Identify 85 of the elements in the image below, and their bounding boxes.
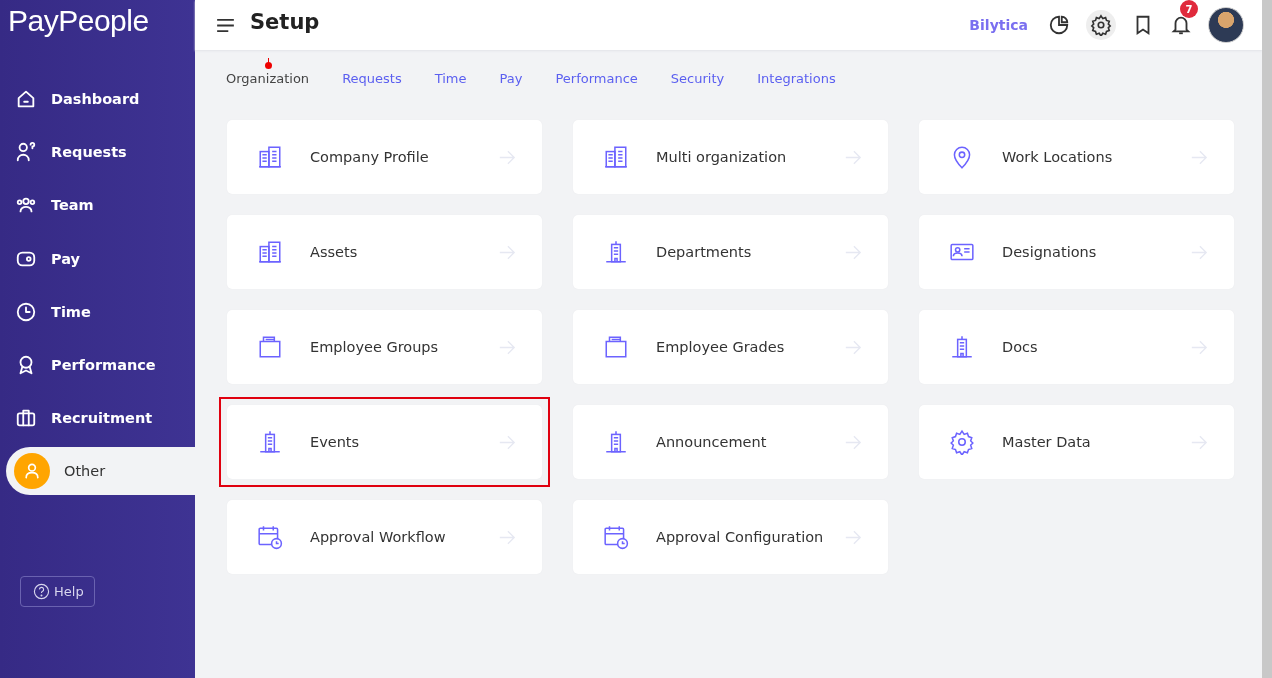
arrow-right-icon: [1190, 244, 1208, 260]
card-title: Multi organization: [656, 149, 788, 165]
setup-card[interactable]: Announcement: [573, 405, 888, 479]
clock-icon: [15, 300, 37, 323]
arrow-right-icon: [844, 339, 862, 355]
setup-card[interactable]: Docs: [919, 310, 1234, 384]
card-title: Designations: [1002, 244, 1098, 260]
tab[interactable]: Performance: [555, 58, 638, 86]
scrollbar[interactable]: [1262, 0, 1272, 678]
settings-button[interactable]: [1086, 10, 1116, 40]
card-title: Approval Configuration: [656, 529, 825, 545]
help-button[interactable]: Help: [20, 576, 95, 608]
person-icon: [14, 453, 50, 490]
card-title: Events: [310, 434, 361, 450]
arrow-right-icon: [1190, 339, 1208, 355]
card-title: Docs: [1002, 339, 1039, 355]
setup-card[interactable]: Company Profile: [227, 120, 542, 194]
arrow-right-icon: [498, 244, 516, 260]
sidebar-item[interactable]: Requests: [0, 125, 195, 179]
settings-icon: [1090, 14, 1112, 36]
setup-card[interactable]: Approval Workflow: [227, 500, 542, 574]
card-title: Employee Groups: [310, 339, 440, 355]
notification-count: 7: [1180, 0, 1198, 18]
tab[interactable]: Organization: [226, 58, 310, 86]
arrow-right-icon: [1190, 149, 1208, 165]
page-title: Setup: [250, 10, 320, 36]
arrow-right-icon: [844, 529, 862, 545]
setup-card[interactable]: Approval Configuration: [573, 500, 888, 574]
user-avatar[interactable]: [1208, 7, 1244, 43]
setup-card[interactable]: Employee Groups: [227, 310, 542, 384]
arrow-right-icon: [844, 244, 862, 260]
arrow-right-icon: [498, 434, 516, 450]
calendar-clock-icon: [603, 524, 629, 550]
notification-icon[interactable]: [1170, 14, 1192, 36]
sidebar-item[interactable]: Dashboard: [0, 72, 195, 126]
building-icon: [603, 239, 629, 265]
sidebar-item[interactable]: Performance: [0, 338, 195, 392]
card-title: Assets: [310, 244, 359, 260]
building-icon: [603, 429, 629, 455]
tab[interactable]: Requests: [342, 58, 402, 86]
buildings-icon: [257, 144, 283, 170]
setup-card[interactable]: Master Data: [919, 405, 1234, 479]
setup-card[interactable]: Events: [227, 405, 542, 479]
setup-card[interactable]: Employee Grades: [573, 310, 888, 384]
sidebar-item[interactable]: Recruitment: [0, 391, 195, 446]
arrow-right-icon: [498, 529, 516, 545]
logo: PayPeople: [7, 3, 149, 39]
pie-chart-icon[interactable]: [1048, 14, 1070, 36]
folder-icon: [257, 334, 283, 360]
building-icon: [949, 334, 975, 360]
arrow-right-icon: [844, 149, 862, 165]
person-question-icon: [15, 140, 37, 163]
arrow-right-icon: [498, 149, 516, 165]
menu-icon[interactable]: [217, 18, 234, 32]
card-title: Company Profile: [310, 149, 430, 165]
setup-card[interactable]: Assets: [227, 215, 542, 289]
card-title: Employee Grades: [656, 339, 786, 355]
building-icon: [257, 429, 283, 455]
tab[interactable]: Integrations: [757, 58, 836, 86]
folder-icon: [603, 334, 629, 360]
gear-icon: [949, 429, 975, 455]
card-title: Master Data: [1002, 434, 1092, 450]
arrow-right-icon: [498, 339, 516, 355]
question-icon: [33, 583, 50, 601]
sidebar-item[interactable]: Time: [0, 285, 195, 339]
setup-card[interactable]: Departments: [573, 215, 888, 289]
card-title: Work Locations: [1002, 149, 1114, 165]
card-title: Departments: [656, 244, 753, 260]
setup-card[interactable]: Multi organization: [573, 120, 888, 194]
tab[interactable]: Pay: [499, 58, 523, 86]
sidebar-item[interactable]: Team: [0, 178, 195, 232]
calendar-clock-icon: [257, 524, 283, 550]
card-title: Announcement: [656, 434, 768, 450]
sidebar-item[interactable]: Other: [6, 447, 195, 496]
card-title: Approval Workflow: [310, 529, 447, 545]
buildings-icon: [257, 239, 283, 265]
setup-card[interactable]: Work Locations: [919, 120, 1234, 194]
arrow-right-icon: [844, 434, 862, 450]
sidebar-item[interactable]: Pay: [0, 231, 195, 286]
buildings-icon: [603, 144, 629, 170]
tab[interactable]: Security: [670, 58, 725, 86]
setup-card[interactable]: Designations: [919, 215, 1234, 289]
tab[interactable]: Time: [434, 58, 467, 86]
arrow-right-icon: [1190, 434, 1208, 450]
company-link[interactable]: Bilytica: [969, 17, 1028, 33]
